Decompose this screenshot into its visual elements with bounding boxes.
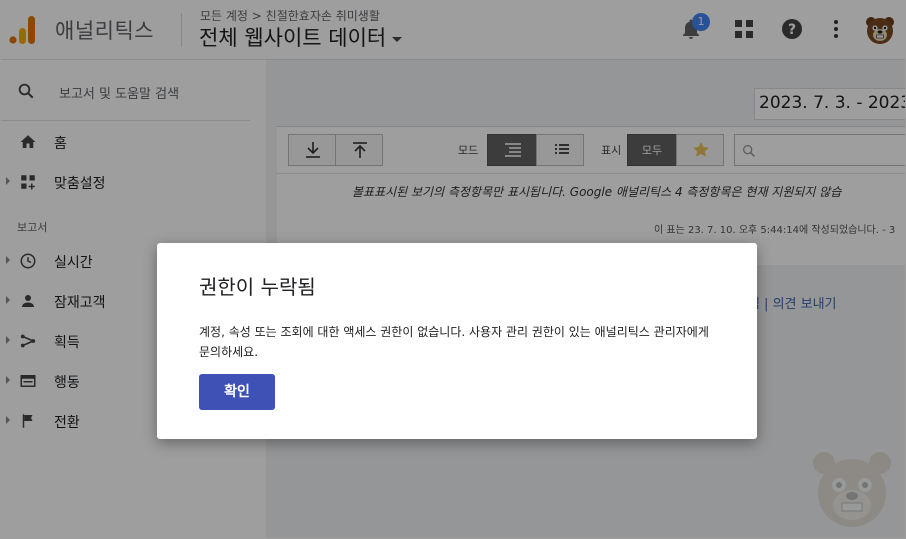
app-window: 애널리틱스 모든 계정 > 친절한효자손 취미생활 전체 웹사이트 데이터 1 … (0, 0, 906, 539)
confirm-button[interactable]: 확인 (199, 374, 275, 410)
permission-dialog: 권한이 누락됨 계정, 속성 또는 조회에 대한 액세스 권한이 없습니다. 사… (157, 243, 757, 439)
dialog-title: 권한이 누락됨 (199, 275, 316, 299)
dialog-message: 계정, 속성 또는 조회에 대한 액세스 권한이 없습니다. 사용자 관리 권한… (199, 325, 709, 359)
